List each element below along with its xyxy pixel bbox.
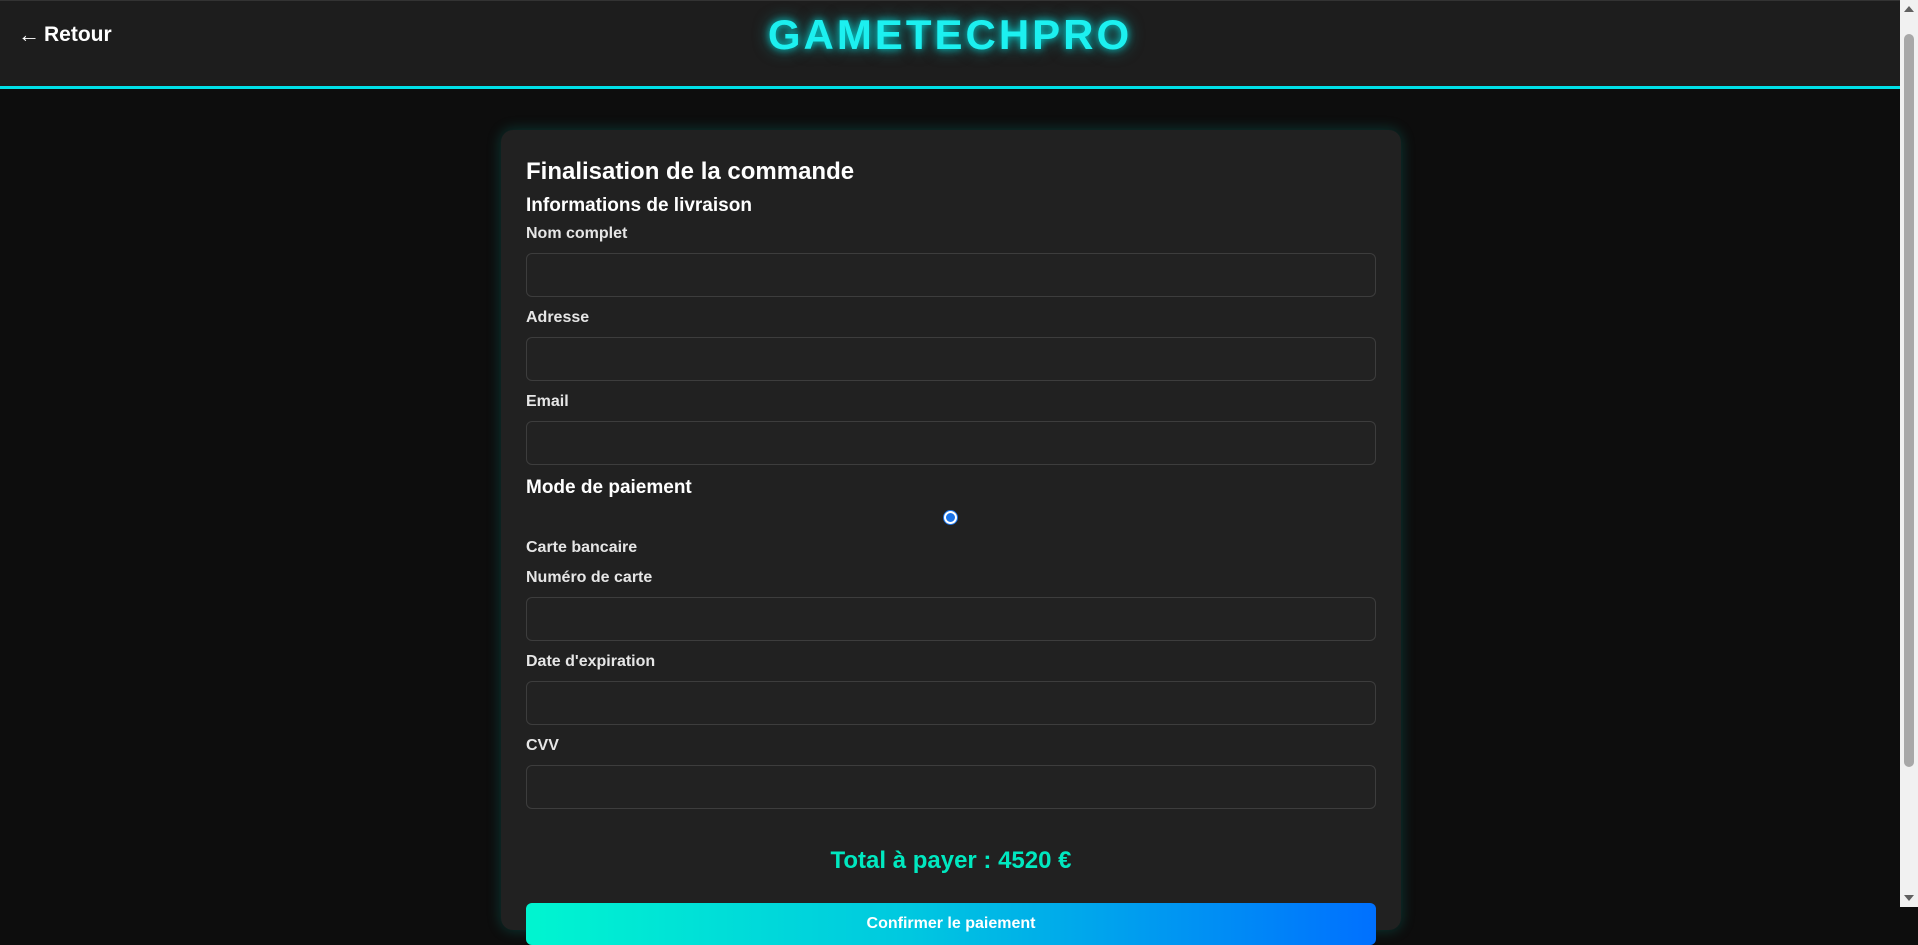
email-input[interactable] [526, 421, 1376, 465]
expiry-date-label: Date d'expiration [526, 653, 656, 670]
cvv-label: CVV [526, 737, 559, 754]
address-input[interactable] [526, 337, 1376, 381]
checkout-card: Finalisation de la commande Informations… [501, 130, 1401, 945]
confirm-payment-button[interactable]: Confirmer le paiement [526, 903, 1376, 945]
email-label: Email [526, 393, 569, 410]
page-scrollbar[interactable] [1900, 0, 1918, 907]
page-title: Finalisation de la commande [526, 158, 855, 185]
card-payment-label: Carte bancaire [526, 539, 638, 556]
card-number-label: Numéro de carte [526, 569, 653, 586]
scrollbar-thumb[interactable] [1904, 34, 1914, 767]
expiry-date-input[interactable] [526, 681, 1376, 725]
card-payment-radio[interactable] [944, 511, 957, 524]
full-name-label: Nom complet [526, 225, 628, 242]
address-label: Adresse [526, 309, 590, 326]
payment-option-row [526, 507, 1376, 531]
payment-section-title: Mode de paiement [526, 477, 692, 498]
cvv-input[interactable] [526, 765, 1376, 809]
site-logo: GAMETECHPRO [767, 11, 1133, 58]
total-amount: Total à payer : 4520 € [830, 847, 1072, 874]
card-number-input[interactable] [526, 597, 1376, 641]
site-header: ← Retour GAMETECHPRO [0, 0, 1900, 89]
full-name-input[interactable] [526, 253, 1376, 297]
scroll-down-arrow-icon[interactable] [1904, 895, 1914, 901]
scroll-up-arrow-icon[interactable] [1904, 6, 1914, 12]
shipping-section-title: Informations de livraison [526, 195, 752, 216]
